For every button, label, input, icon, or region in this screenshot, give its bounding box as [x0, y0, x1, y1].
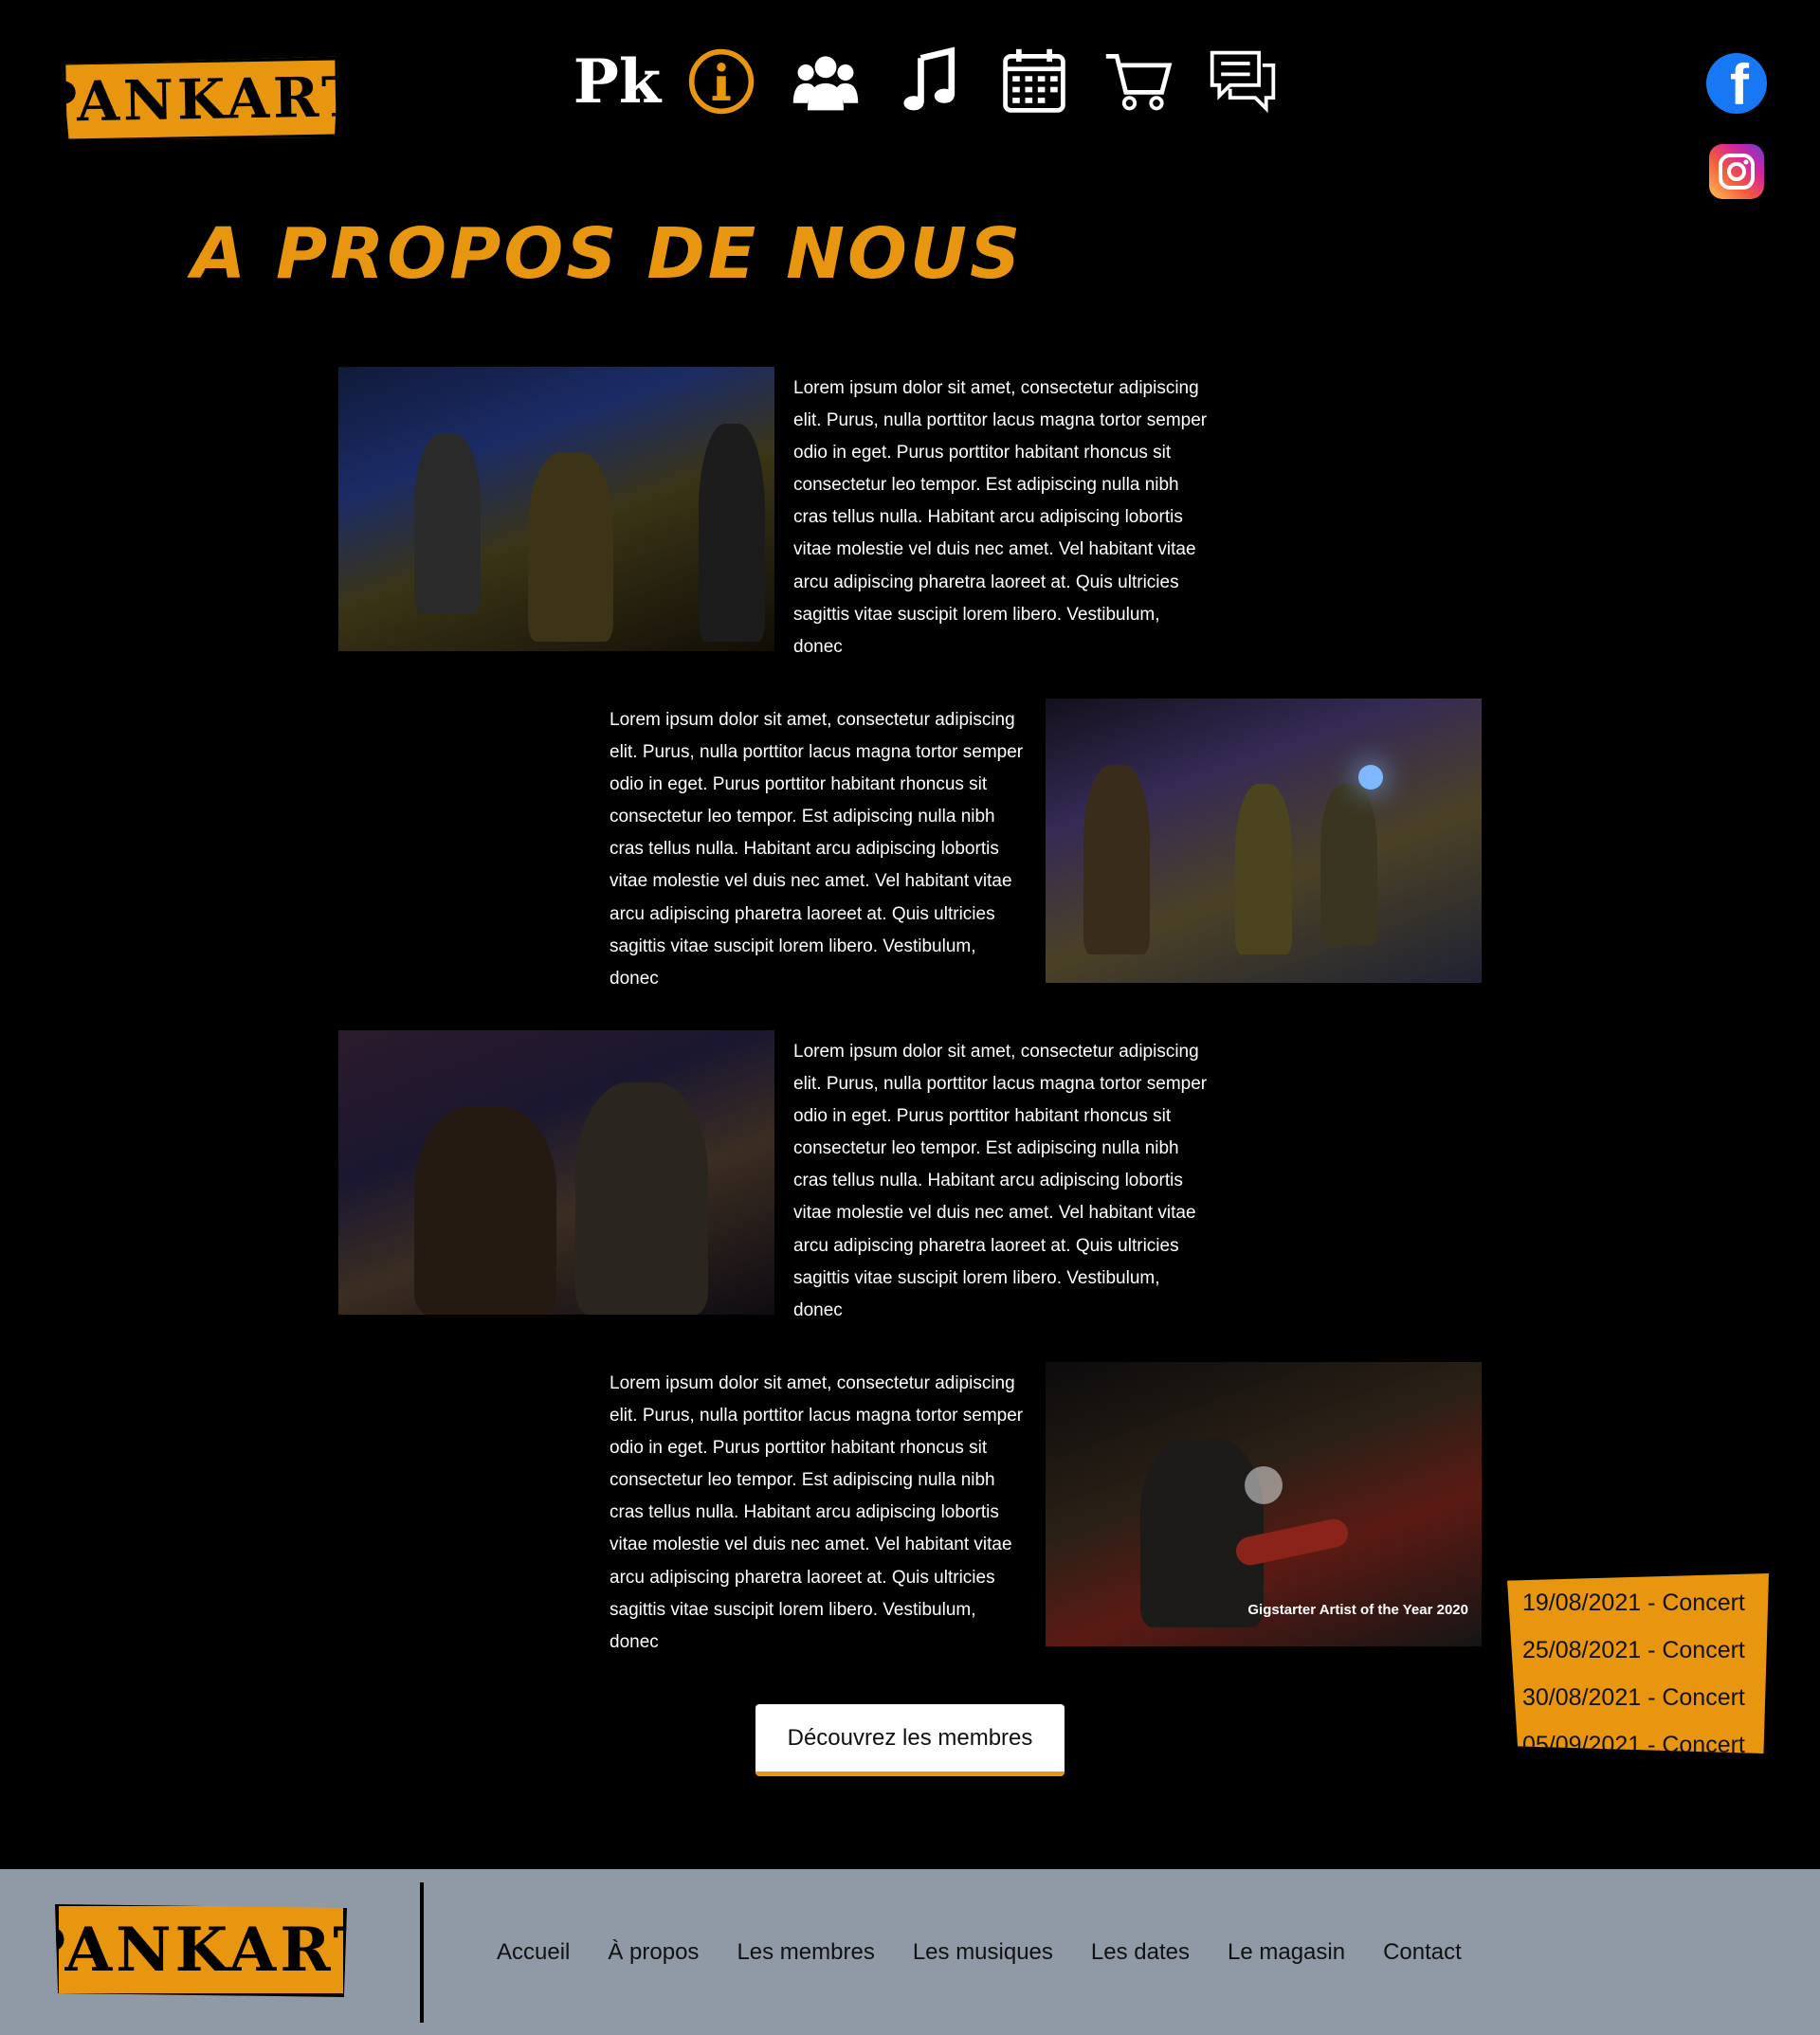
about-text: Lorem ipsum dolor sit amet, consectetur …	[610, 1373, 1024, 1652]
photo-caption: Gigstarter Artist of the Year 2020	[1247, 1602, 1468, 1618]
about-text: Lorem ipsum dolor sit amet, consectetur …	[610, 710, 1024, 989]
footer-link-magasin[interactable]: Le magasin	[1228, 1939, 1345, 1966]
facebook-glyph: f	[1730, 53, 1749, 114]
calendar-icon[interactable]	[982, 44, 1086, 119]
about-block: Lorem ipsum dolor sit amet, consectetur …	[610, 699, 1482, 989]
info-icon[interactable]	[669, 44, 774, 119]
users-icon[interactable]	[774, 44, 878, 119]
about-block: Lorem ipsum dolor sit amet, consectetur …	[338, 367, 1210, 657]
footer-link-musiques[interactable]: Les musiques	[913, 1939, 1053, 1966]
footer-logo[interactable]: PANKART	[55, 1904, 347, 1997]
about-text: Lorem ipsum dolor sit amet, consectetur …	[793, 1042, 1208, 1320]
cart-icon[interactable]	[1086, 44, 1191, 119]
footer-link-contact[interactable]: Contact	[1383, 1939, 1462, 1966]
page-title: A PROPOS DE NOUS	[191, 213, 1024, 295]
chat-icon[interactable]	[1191, 44, 1295, 119]
date-item[interactable]: 05/09/2021 - Concert	[1522, 1721, 1769, 1753]
footer-nav: Accueil À propos Les membres Les musique…	[497, 1869, 1462, 2035]
footer-link-membres[interactable]: Les membres	[737, 1939, 874, 1966]
pk-home-icon[interactable]: Pk	[565, 44, 669, 119]
footer-divider	[420, 1882, 424, 2023]
instagram-icon[interactable]	[1709, 144, 1764, 199]
discover-members-button[interactable]: Découvrez les membres	[755, 1704, 1065, 1776]
pk-home-label: Pk	[573, 45, 662, 118]
about-text: Lorem ipsum dolor sit amet, consectetur …	[793, 378, 1208, 657]
facebook-icon[interactable]: f	[1706, 53, 1767, 114]
about-block: Lorem ipsum dolor sit amet, consectetur …	[610, 1362, 1482, 1652]
about-block: Lorem ipsum dolor sit amet, consectetur …	[338, 1030, 1210, 1320]
band-photo	[338, 1030, 774, 1315]
band-photo	[1046, 699, 1482, 983]
band-photo	[338, 367, 774, 651]
date-item[interactable]: 25/08/2021 - Concert	[1522, 1626, 1769, 1674]
band-photo: Gigstarter Artist of the Year 2020	[1046, 1362, 1482, 1646]
footer: PANKART Accueil À propos Les membres Les…	[0, 1869, 1820, 2035]
music-note-icon[interactable]	[878, 44, 982, 119]
footer-link-dates[interactable]: Les dates	[1091, 1939, 1190, 1966]
main-nav: Pk	[565, 44, 1295, 119]
upcoming-dates: 19/08/2021 - Concert 25/08/2021 - Concer…	[1507, 1573, 1769, 1753]
date-item[interactable]: 19/08/2021 - Concert	[1522, 1579, 1769, 1626]
footer-link-a-propos[interactable]: À propos	[608, 1939, 699, 1966]
date-item[interactable]: 30/08/2021 - Concert	[1522, 1674, 1769, 1721]
header-logo[interactable]: PANKART	[62, 56, 339, 142]
footer-link-accueil[interactable]: Accueil	[497, 1939, 570, 1966]
